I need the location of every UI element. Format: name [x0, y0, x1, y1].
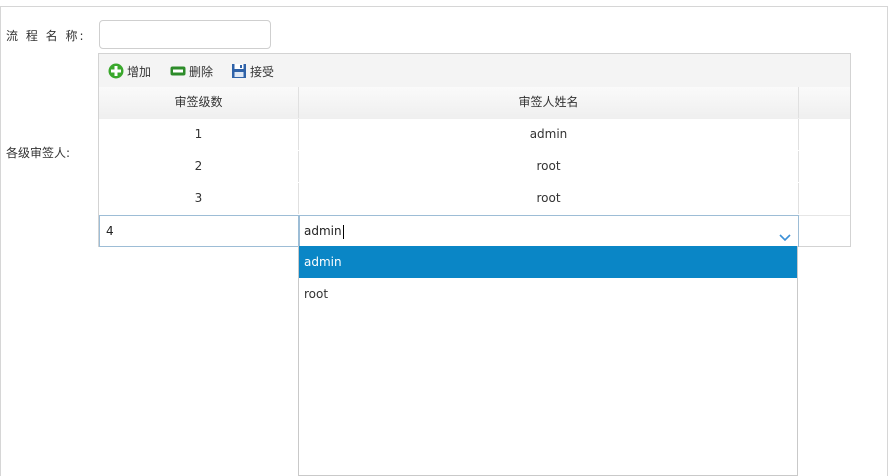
dropdown-option[interactable]: admin: [299, 246, 797, 278]
signer-name-cell: admin: [299, 119, 799, 150]
column-header-level[interactable]: 审签级数: [99, 87, 299, 118]
filler-cell: [799, 151, 850, 182]
save-icon: [231, 63, 247, 79]
accept-button[interactable]: 接受: [231, 62, 274, 80]
table-row[interactable]: 2 root: [99, 151, 850, 184]
signers-grid: 增加 删除 接受 审签级数 审签人姓名 1 admin 2 root 3 roo…: [98, 53, 851, 247]
dropdown-option[interactable]: root: [299, 278, 797, 310]
filler-cell: [799, 183, 850, 214]
accept-label: 接受: [250, 64, 275, 79]
editing-row: 4 admin: [99, 215, 850, 247]
signer-name-cell: root: [299, 151, 799, 182]
delete-label: 删除: [189, 64, 214, 79]
table-row[interactable]: 1 admin: [99, 119, 850, 152]
signer-name-combobox[interactable]: admin: [299, 215, 799, 247]
signer-name-cell: root: [299, 183, 799, 214]
minus-icon: [170, 63, 186, 79]
column-header-signer-name[interactable]: 审签人姓名: [299, 87, 799, 118]
plus-icon: [108, 63, 124, 79]
process-name-input[interactable]: [99, 20, 271, 49]
level-cell: 3: [99, 183, 299, 214]
level-input-value: 4: [106, 224, 114, 238]
add-button[interactable]: 增加: [108, 62, 151, 80]
signer-name-input-value: admin: [304, 224, 342, 238]
grid-toolbar: 增加 删除 接受: [99, 54, 850, 88]
signer-dropdown-list: admin root: [298, 246, 798, 476]
process-name-label: 流 程 名 称:: [6, 29, 86, 43]
filler-cell: [799, 119, 850, 150]
table-row[interactable]: 3 root: [99, 183, 850, 216]
level-cell: 2: [99, 151, 299, 182]
grid-header: 审签级数 审签人姓名: [99, 87, 850, 120]
level-input[interactable]: 4: [99, 215, 299, 247]
signers-label: 各级审签人:: [6, 146, 71, 160]
delete-button[interactable]: 删除: [170, 62, 213, 80]
chevron-down-icon[interactable]: [778, 225, 792, 242]
level-cell: 1: [99, 119, 299, 150]
add-label: 增加: [127, 64, 152, 79]
text-caret: [342, 224, 344, 239]
